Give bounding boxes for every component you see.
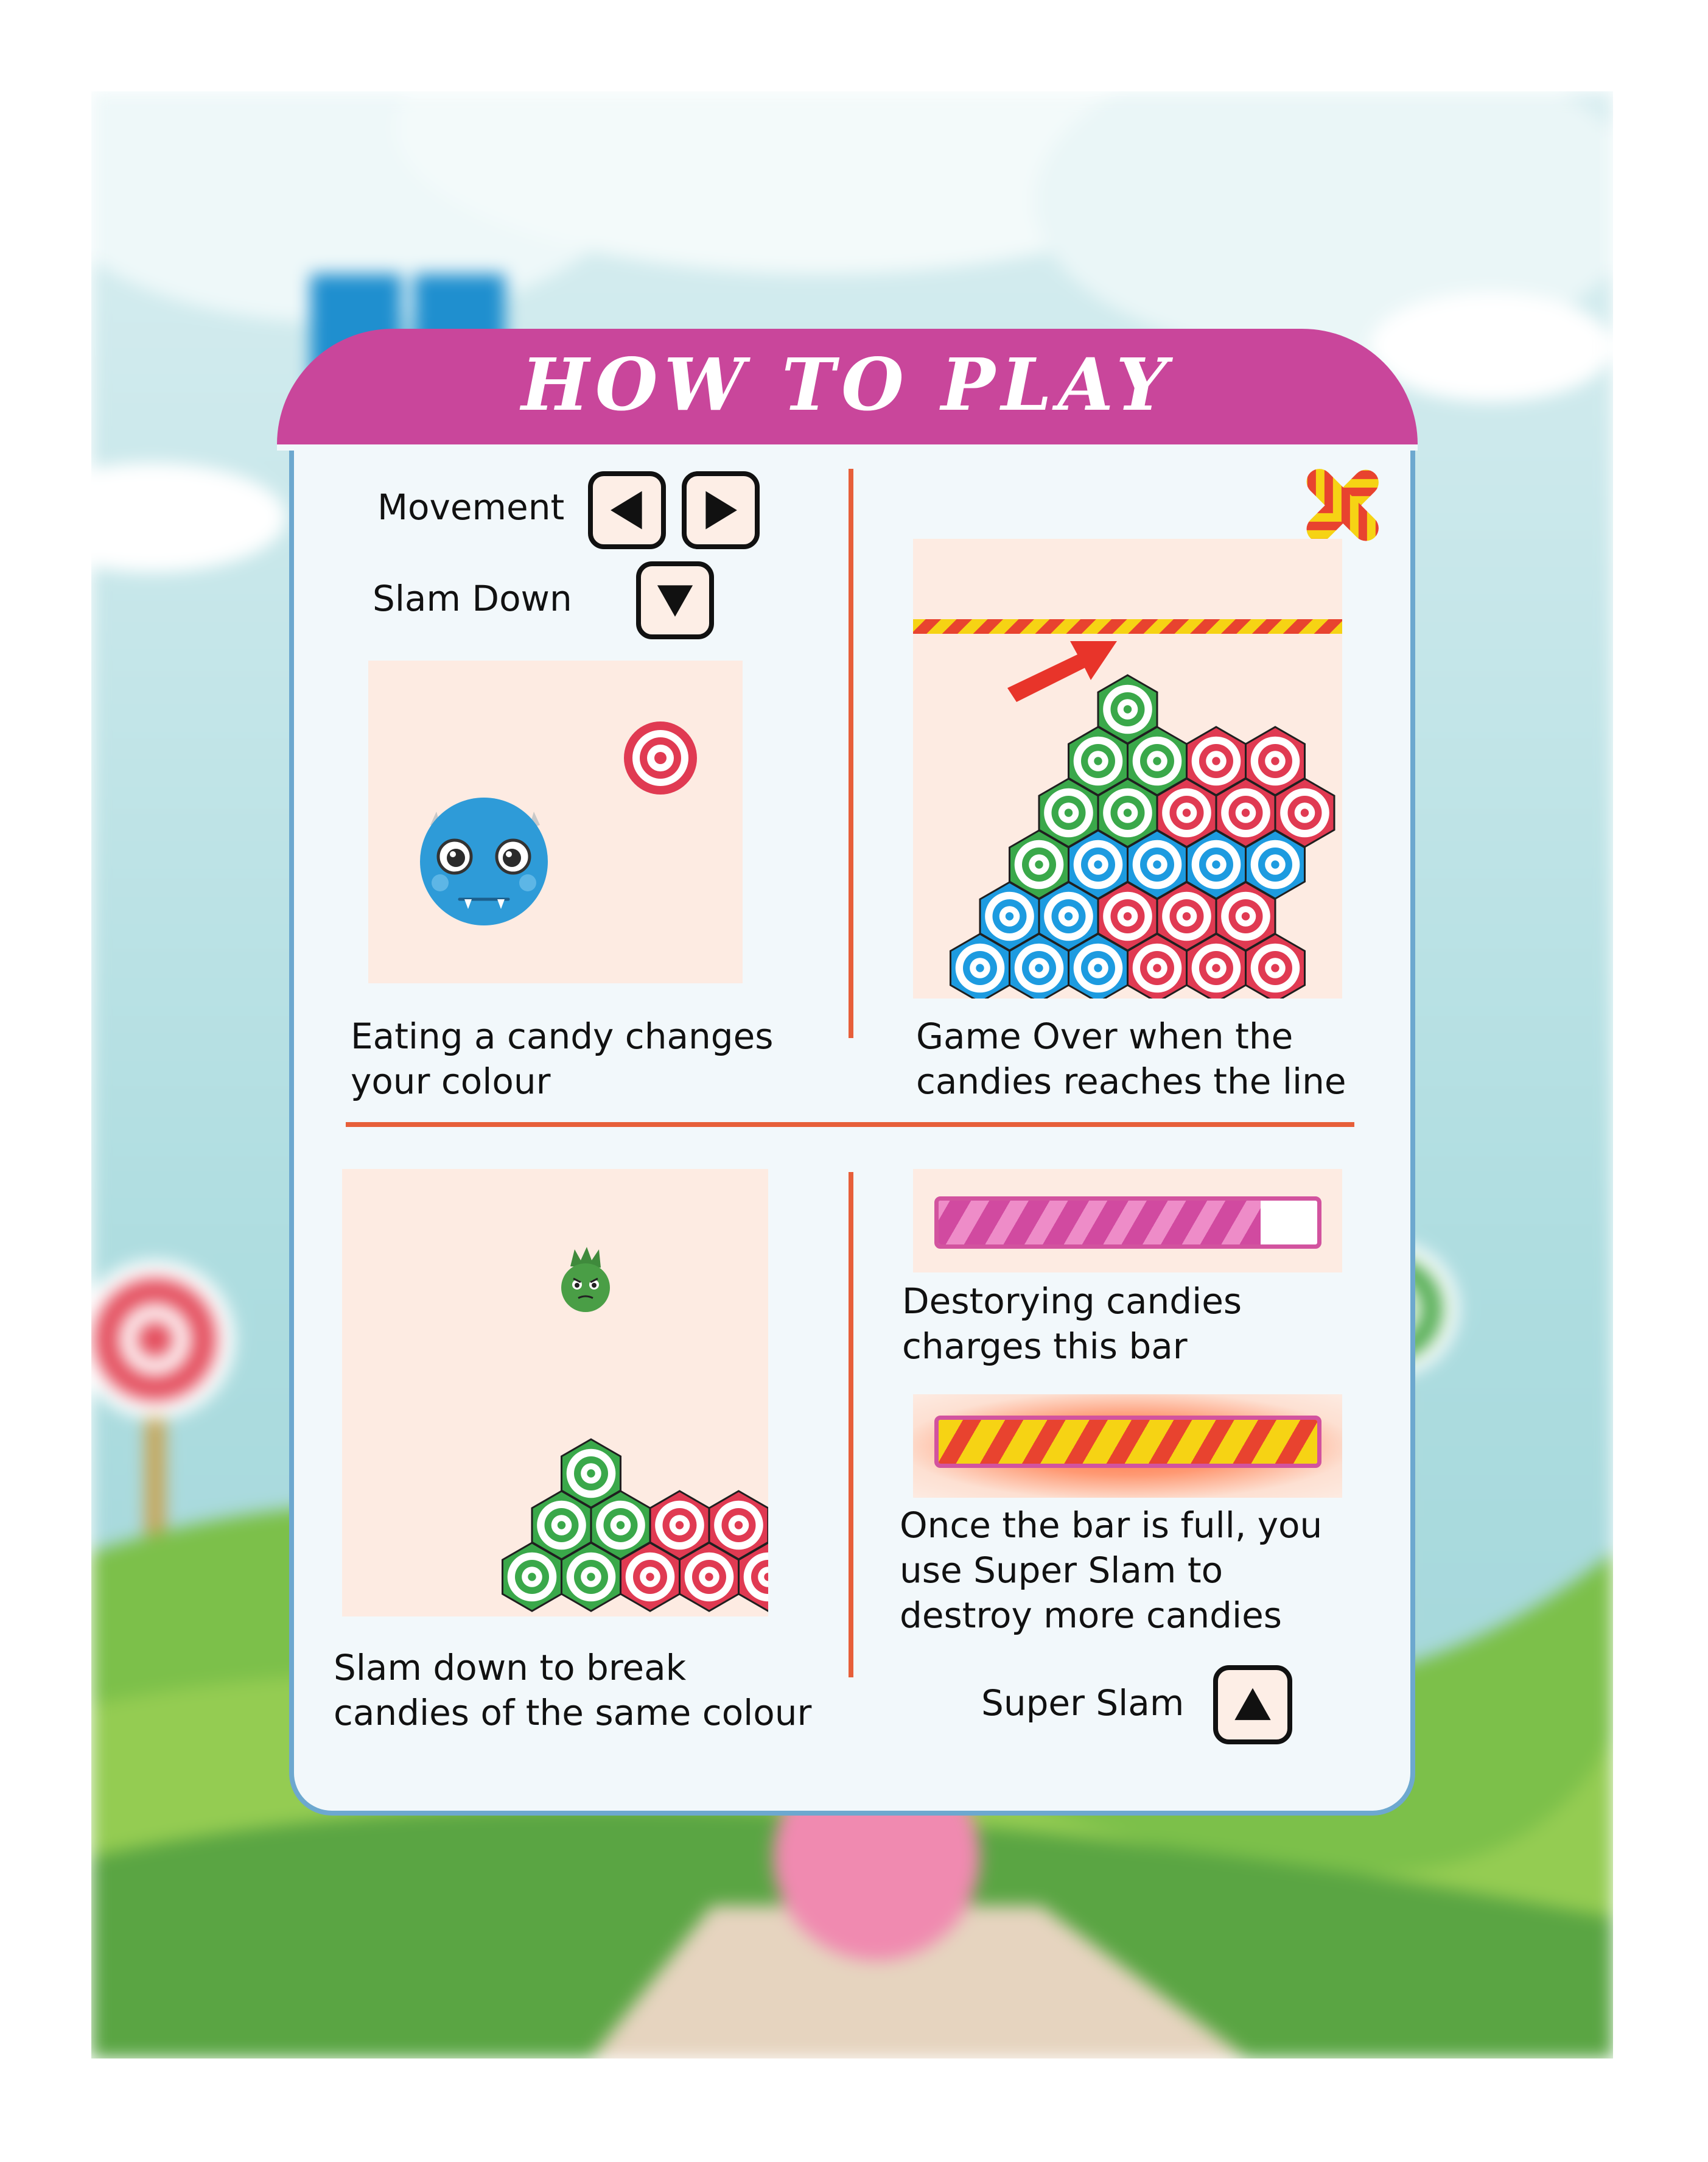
- divider-vertical-top: [849, 469, 853, 1038]
- charge-bar-fill: [939, 1201, 1261, 1244]
- divider-horizontal: [346, 1122, 1354, 1127]
- slam-down-label: Slam Down: [373, 578, 572, 619]
- left-key[interactable]: [588, 471, 666, 549]
- game-over-illustration: [913, 539, 1342, 999]
- tip-charge-bar: Destorying candies charges this bar: [902, 1280, 1242, 1367]
- tip-slam-break: Slam down to break candies of the same c…: [334, 1647, 812, 1733]
- tip-eat-candy: Eating a candy changes your colour: [351, 1016, 774, 1102]
- red-candy: [624, 721, 697, 795]
- divider-vertical-bottom: [849, 1172, 853, 1677]
- panel-header: HOW TO PLAY: [277, 329, 1418, 451]
- movement-label: Movement: [377, 486, 565, 528]
- blue-monster: [420, 798, 548, 925]
- eat-candy-illustration: [368, 661, 743, 983]
- game-over-line: [913, 619, 1342, 634]
- slam-candy-stack: [502, 1247, 768, 1612]
- right-key[interactable]: [682, 471, 760, 549]
- super-slam-label: Super Slam: [981, 1682, 1185, 1724]
- panel-title: HOW TO PLAY: [521, 342, 1174, 427]
- tip-super-slam: Once the bar is full, you use Super Slam…: [900, 1504, 1323, 1636]
- charge-bar: [934, 1196, 1321, 1249]
- up-key[interactable]: [1213, 1665, 1292, 1744]
- super-slam-bar-fill: [939, 1420, 1317, 1464]
- down-arrow-icon: [657, 585, 693, 617]
- green-monster: [561, 1247, 610, 1312]
- tip-game-over: Game Over when the candies reaches the l…: [916, 1016, 1346, 1102]
- down-key[interactable]: [636, 561, 714, 639]
- candy-stack: [913, 619, 1342, 999]
- left-arrow-icon: [611, 491, 642, 530]
- right-arrow-icon: [705, 491, 737, 530]
- slam-illustration: [342, 1169, 768, 1616]
- super-slam-bar: [934, 1416, 1321, 1468]
- up-arrow-icon: [1234, 1688, 1271, 1721]
